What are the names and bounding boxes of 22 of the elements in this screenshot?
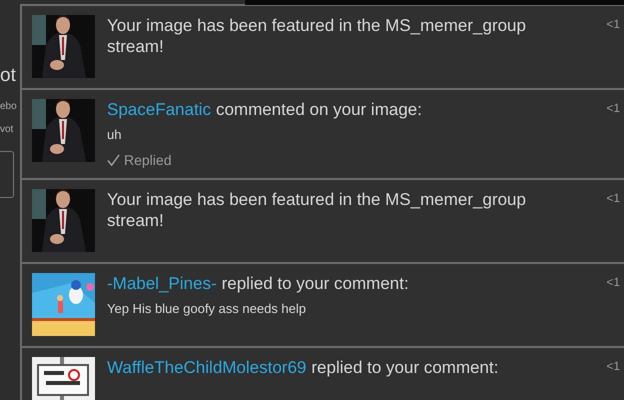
notification-time: <1: [606, 275, 621, 289]
notification-time: <1: [606, 359, 621, 373]
notification-time: <1: [606, 191, 621, 205]
page-text: ebo: [0, 101, 18, 112]
notification-message: Your image has been featured in the MS_memer_group stream!: [107, 189, 527, 231]
notification-item[interactable]: Your image has been featured in the MS_memer_group stream! <1: [22, 6, 624, 90]
notification-message: -Mabel_Pines- replied to your comment:: [107, 273, 410, 294]
notification-item[interactable]: -Mabel_Pines- replied to your comment: Yep His blue goofy ass needs help <1: [22, 264, 624, 348]
comment-text: uh: [107, 127, 122, 142]
comment-text: Yep His blue goofy ass needs help: [107, 301, 307, 316]
notification-item[interactable]: SpaceFanatic commented on your image: uh Replied <1: [22, 90, 624, 180]
notification-message: Your image has been featured in the MS_memer_group stream!: [107, 15, 527, 57]
notification-message: SpaceFanatic commented on your image:: [107, 99, 423, 120]
notification-time: <1: [606, 101, 621, 115]
page-heading: ot: [0, 65, 17, 87]
notification-message: WaffleTheChildMolestor69 replied to your comment:: [107, 357, 500, 378]
replied-label: Replied: [124, 152, 172, 168]
notification-item[interactable]: WaffleTheChildMolestor69 replied to your comment: <1: [22, 348, 624, 400]
notification-time: <1: [606, 17, 621, 31]
notification-item[interactable]: Your image has been featured in the MS_memer_group stream! <1: [22, 180, 624, 264]
check-icon: [107, 154, 120, 166]
page-text: vot: [0, 124, 14, 135]
